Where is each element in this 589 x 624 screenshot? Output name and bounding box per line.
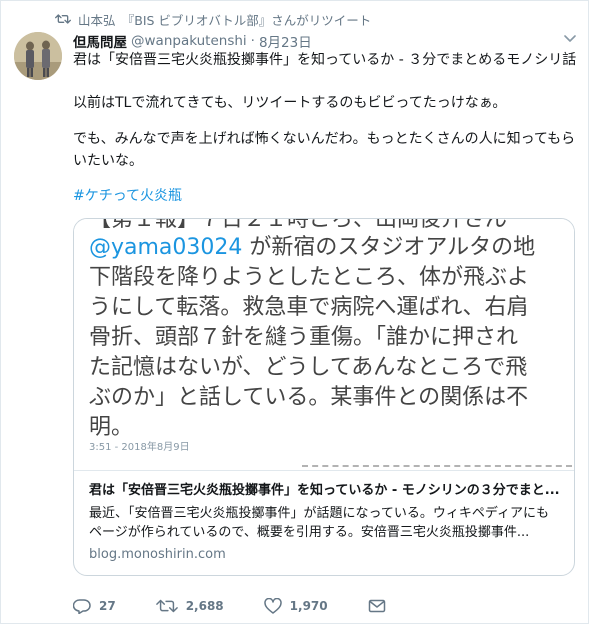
author-handle[interactable]: @wanpakutenshi: [131, 33, 247, 49]
card-body: 君は「安倍晋三宅火炎瓶投擲事件」を知っているか - モノシリンの３分でまと...…: [89, 481, 567, 562]
heart-icon: [263, 598, 282, 614]
chevron-down-icon[interactable]: [564, 35, 576, 43]
card-title[interactable]: 君は「安倍晋三宅火炎瓶投擲事件」を知っているか - モノシリンの３分でまと...: [89, 481, 567, 500]
tweet-header: 但馬問屋 @wanpakutenshi · 8月23日: [73, 31, 312, 51]
embed-text-line: ぶのか」と話している。某事件との関係は不: [89, 385, 529, 410]
embed-text-line: た記憶はないが、どうしてあんなところで飛: [89, 355, 528, 380]
link-card[interactable]: 【第１報】７日２１時ごろ、山岡俊介さん @yama03024 が新宿のスタジオア…: [73, 218, 575, 576]
retweet-icon: [155, 599, 178, 613]
retweet-button[interactable]: 2,688: [155, 598, 224, 614]
tweet-text-line-2: 以前はTLで流れてきても、リツイートするのもビビってたっけなぁ。: [73, 95, 507, 111]
envelope-icon: [368, 599, 385, 613]
embed-mention: @yama03024: [89, 235, 243, 260]
retweet-icon: [55, 14, 71, 24]
embed-text-line: @yama03024 が新宿のスタジオアルタの地: [89, 235, 536, 260]
embed-text-line: 骨折、頭部７針を縫う重傷。「誰かに押され: [89, 325, 519, 350]
header-separator: ·: [250, 33, 255, 49]
tweet[interactable]: 山本弘 『BIS ビブリオバトル部』さんがリツイート 但馬問屋 @wanpaku…: [0, 0, 589, 624]
card-description: 最近、「安倍晋三宅火炎瓶投擲事件」が話題になっている。ウィキペディアにも ページ…: [89, 504, 567, 542]
reply-count: 27: [99, 599, 116, 613]
tweet-text-line-4: いたいな。: [73, 153, 143, 169]
avatar-image: [14, 32, 62, 80]
embed-timestamp: 3:51 - 2018年8月9日: [89, 442, 190, 453]
retweet-text[interactable]: 山本弘 『BIS ビブリオバトル部』さんがリツイート: [78, 10, 371, 29]
reply-icon: [73, 599, 91, 614]
card-description-line-1: 最近、「安倍晋三宅火炎瓶投擲事件」が話題になっている。ウィキペディアにも: [89, 506, 549, 521]
like-button[interactable]: 1,970: [263, 598, 328, 614]
reply-button[interactable]: 27: [73, 598, 116, 614]
card-description-line-2: ページが作られているので、概要を引用する。安倍晋三宅火炎瓶投擲事件...: [89, 525, 530, 540]
card-image: 【第１報】７日２１時ごろ、山岡俊介さん @yama03024 が新宿のスタジオア…: [74, 219, 574, 471]
embed-text-line: うにして転落。救急車で病院へ運ばれ、右肩: [89, 295, 529, 320]
retweet-count: 2,688: [185, 599, 224, 613]
message-button[interactable]: [368, 598, 394, 614]
card-domain: blog.monoshirin.com: [89, 547, 226, 562]
embed-text-line: 下階段を降りようとしたところ、体が飛ぶよ: [89, 265, 530, 290]
tweet-text-line-1: 君は「安倍晋三宅火炎瓶投擲事件」を知っているか - ３分でまとめるモノシリ話: [73, 52, 577, 68]
tweet-text-line-3: でも、みんなで声を上げれば怖くないんだわ。もっとたくさんの人に知ってもら: [73, 131, 576, 147]
like-count: 1,970: [289, 599, 328, 613]
retweet-context: 山本弘 『BIS ビブリオバトル部』さんがリツイート: [55, 10, 371, 28]
avatar[interactable]: [14, 32, 62, 80]
tweet-actions: 27 2,688 1,970: [73, 597, 434, 615]
author-display-name[interactable]: 但馬問屋: [73, 31, 127, 51]
tweet-timestamp[interactable]: 8月23日: [259, 31, 312, 51]
hashtag-link[interactable]: #ケチって火炎瓶: [73, 185, 578, 207]
embed-cut-edge: [302, 465, 572, 470]
